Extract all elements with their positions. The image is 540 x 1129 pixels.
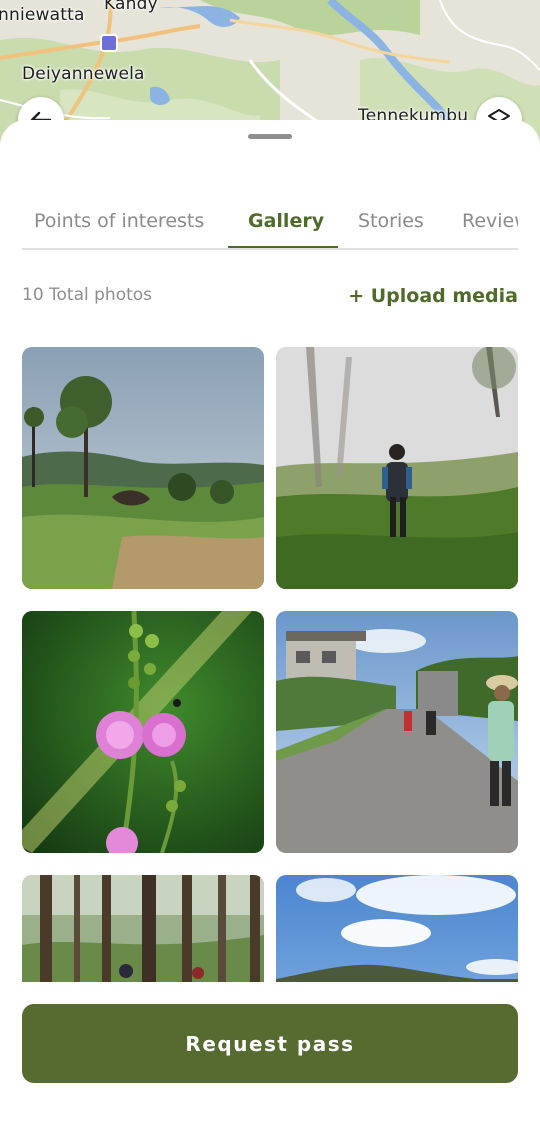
tab-gallery[interactable]: Gallery: [248, 210, 324, 232]
photo-meadow-image: [22, 347, 264, 589]
map-label-nniewatta: nniewatta: [0, 5, 85, 25]
gallery-photo-4[interactable]: [276, 611, 518, 853]
map-label-kandy: Kandy: [104, 0, 158, 14]
transit-station-icon[interactable]: [100, 34, 118, 52]
gallery-photo-2[interactable]: [276, 347, 518, 589]
photo-road-image: [276, 611, 518, 853]
tab-reviews[interactable]: Reviews: [462, 210, 518, 232]
upload-media-button[interactable]: + Upload media: [348, 285, 518, 307]
gallery-photo-3[interactable]: [22, 611, 264, 853]
photo-sky-hills-image: [276, 875, 518, 982]
tab-bar: Points of interests Gallery Stories Revi…: [22, 204, 518, 250]
total-photos-count: 10 Total photos: [22, 285, 153, 305]
tab-points-of-interests[interactable]: Points of interests: [34, 210, 204, 232]
tab-stories[interactable]: Stories: [358, 210, 424, 232]
gallery-photo-5[interactable]: [22, 875, 264, 982]
request-pass-button[interactable]: Request pass: [22, 1004, 518, 1083]
drag-handle[interactable]: [248, 134, 292, 139]
gallery-photo-6[interactable]: [276, 875, 518, 982]
map-label-deiyannewela: Deiyannewela: [22, 64, 145, 84]
gallery-photo-1[interactable]: [22, 347, 264, 589]
photo-misty-hike-image: [276, 347, 518, 589]
active-tab-indicator: [228, 246, 338, 248]
bottom-sheet: Points of interests Gallery Stories Revi…: [0, 120, 540, 1129]
photo-flower-image: [22, 611, 264, 853]
photo-pine-forest-image: [22, 875, 264, 982]
